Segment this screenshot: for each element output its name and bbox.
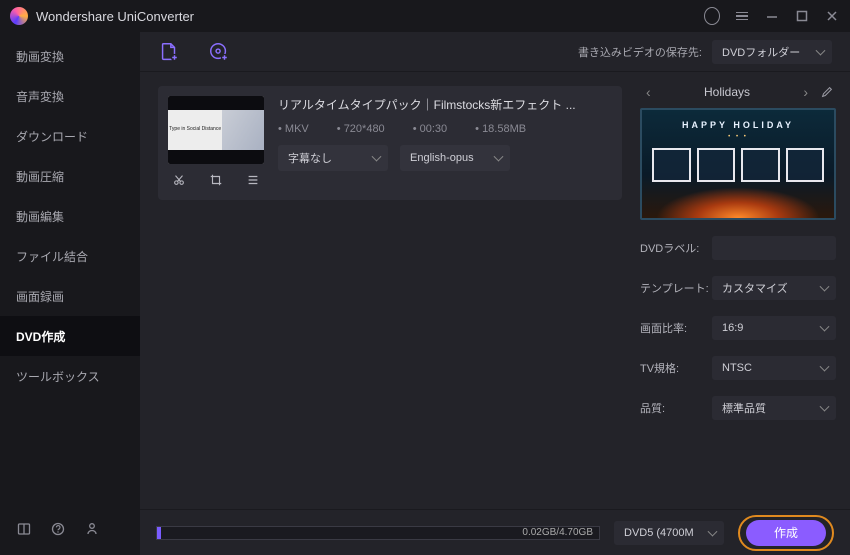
sidebar: 動画変換 音声変換 ダウンロード 動画圧縮 動画編集 ファイル結合 画面録画 D…	[0, 32, 140, 555]
menu-prev-icon[interactable]: ‹	[642, 82, 655, 102]
subtitle-value: 字幕なし	[288, 150, 332, 166]
save-dest-value: DVDフォルダー	[722, 44, 800, 60]
tv-standard-value: NTSC	[722, 362, 752, 374]
disc-usage-text: 0.02GB/4.70GB	[522, 526, 593, 539]
sidebar-item-toolbox[interactable]: ツールボックス	[0, 356, 140, 396]
sidebar-item-download[interactable]: ダウンロード	[0, 116, 140, 156]
save-dest-select[interactable]: DVDフォルダー	[712, 40, 832, 64]
crop-icon[interactable]	[209, 173, 223, 187]
dvd-menu-panel: ‹ Holidays › HAPPY HOLIDAY • • • DVDラベル:	[640, 72, 850, 509]
dvd-label-input[interactable]	[712, 236, 836, 260]
file-title: リアルタイムタイプパック｜Filmstocks新エフェクト ...	[278, 96, 612, 113]
app-title: Wondershare UniConverter	[36, 9, 194, 24]
content-area: 書き込みビデオの保存先: DVDフォルダー Type in Social Dis…	[140, 32, 850, 555]
thumb-tools	[168, 170, 264, 190]
minimize-icon[interactable]	[764, 8, 780, 24]
load-disc-button[interactable]	[208, 41, 230, 63]
file-resolution: 720*480	[337, 123, 385, 135]
tutorial-icon[interactable]	[16, 521, 32, 537]
sidebar-item-video-convert[interactable]: 動画変換	[0, 36, 140, 76]
template-select[interactable]: カスタマイズ	[712, 276, 836, 300]
burn-button[interactable]: 作成	[746, 520, 826, 546]
add-file-button[interactable]	[158, 41, 180, 63]
sidebar-item-audio-convert[interactable]: 音声変換	[0, 76, 140, 116]
sidebar-item-label: ファイル結合	[16, 248, 88, 265]
sidebar-item-edit[interactable]: 動画編集	[0, 196, 140, 236]
sidebar-item-label: 動画変換	[16, 48, 64, 65]
menu-edit-icon[interactable]	[820, 85, 834, 99]
preferences-icon[interactable]	[84, 521, 100, 537]
menu-next-icon[interactable]: ›	[799, 82, 812, 102]
sidebar-item-label: ダウンロード	[16, 128, 88, 145]
file-list: Type in Social Distance リアルタイムタイプパッ	[140, 72, 640, 509]
template-label: テンプレート:	[640, 280, 712, 296]
aspect-select[interactable]: 16:9	[712, 316, 836, 340]
app-logo-icon	[10, 7, 28, 25]
disc-usage-fill	[157, 527, 161, 539]
thumb-caption: Type in Social Distance	[169, 127, 221, 133]
save-dest-label: 書き込みビデオの保存先:	[578, 44, 702, 60]
file-size: 18.58MB	[475, 123, 526, 135]
quality-label: 品質:	[640, 400, 712, 416]
aspect-value: 16:9	[722, 322, 743, 334]
window-controls	[704, 8, 840, 24]
sidebar-item-screen-record[interactable]: 画面録画	[0, 276, 140, 316]
sidebar-item-dvd-burn[interactable]: DVD作成	[0, 316, 140, 356]
menu-preview-deco-icon: • • •	[642, 134, 834, 140]
menu-template-name: Holidays	[704, 85, 750, 99]
file-duration: 00:30	[413, 123, 447, 135]
footer: 0.02GB/4.70GB DVD5 (4700M 作成	[140, 509, 850, 555]
menu-preview[interactable]: HAPPY HOLIDAY • • •	[640, 108, 836, 220]
menu-preview-art-icon	[642, 182, 834, 218]
sidebar-item-label: 音声変換	[16, 88, 64, 105]
burn-button-highlight: 作成	[738, 515, 834, 551]
file-format: MKV	[278, 123, 309, 135]
effects-icon[interactable]	[246, 173, 260, 187]
sidebar-item-merge[interactable]: ファイル結合	[0, 236, 140, 276]
disc-type-value: DVD5 (4700M	[624, 527, 694, 539]
help-icon[interactable]	[50, 521, 66, 537]
sidebar-item-label: 画面録画	[16, 288, 64, 305]
sidebar-item-label: ツールボックス	[16, 368, 100, 385]
toolbar: 書き込みビデオの保存先: DVDフォルダー	[140, 32, 850, 72]
user-account-icon[interactable]	[704, 8, 720, 24]
dvd-label-label: DVDラベル:	[640, 240, 712, 256]
sidebar-item-label: DVD作成	[16, 328, 65, 345]
close-icon[interactable]	[824, 8, 840, 24]
burn-label: 作成	[774, 526, 798, 540]
disc-type-select[interactable]: DVD5 (4700M	[614, 521, 724, 545]
sidebar-item-label: 動画圧縮	[16, 168, 64, 185]
aspect-label: 画面比率:	[640, 320, 712, 336]
audio-value: English-opus	[410, 152, 474, 164]
sidebar-item-compress[interactable]: 動画圧縮	[0, 156, 140, 196]
template-value: カスタマイズ	[722, 280, 788, 296]
tv-standard-select[interactable]: NTSC	[712, 356, 836, 380]
file-meta-row: MKV 720*480 00:30 18.58MB	[278, 123, 612, 135]
quality-value: 標準品質	[722, 400, 766, 416]
quality-select[interactable]: 標準品質	[712, 396, 836, 420]
disc-usage-bar: 0.02GB/4.70GB	[156, 526, 600, 540]
audio-track-select[interactable]: English-opus	[400, 145, 510, 171]
file-card[interactable]: Type in Social Distance リアルタイムタイプパッ	[158, 86, 622, 200]
menu-preview-frames	[652, 148, 824, 182]
titlebar: Wondershare UniConverter	[0, 0, 850, 32]
maximize-icon[interactable]	[794, 8, 810, 24]
menu-preview-title: HAPPY HOLIDAY	[642, 120, 834, 130]
sidebar-bottom-icons	[0, 521, 140, 555]
sidebar-item-label: 動画編集	[16, 208, 64, 225]
trim-icon[interactable]	[172, 173, 186, 187]
file-thumbnail: Type in Social Distance	[168, 96, 264, 164]
menu-icon[interactable]	[734, 8, 750, 24]
tv-standard-label: TV規格:	[640, 360, 712, 376]
subtitle-select[interactable]: 字幕なし	[278, 145, 388, 171]
